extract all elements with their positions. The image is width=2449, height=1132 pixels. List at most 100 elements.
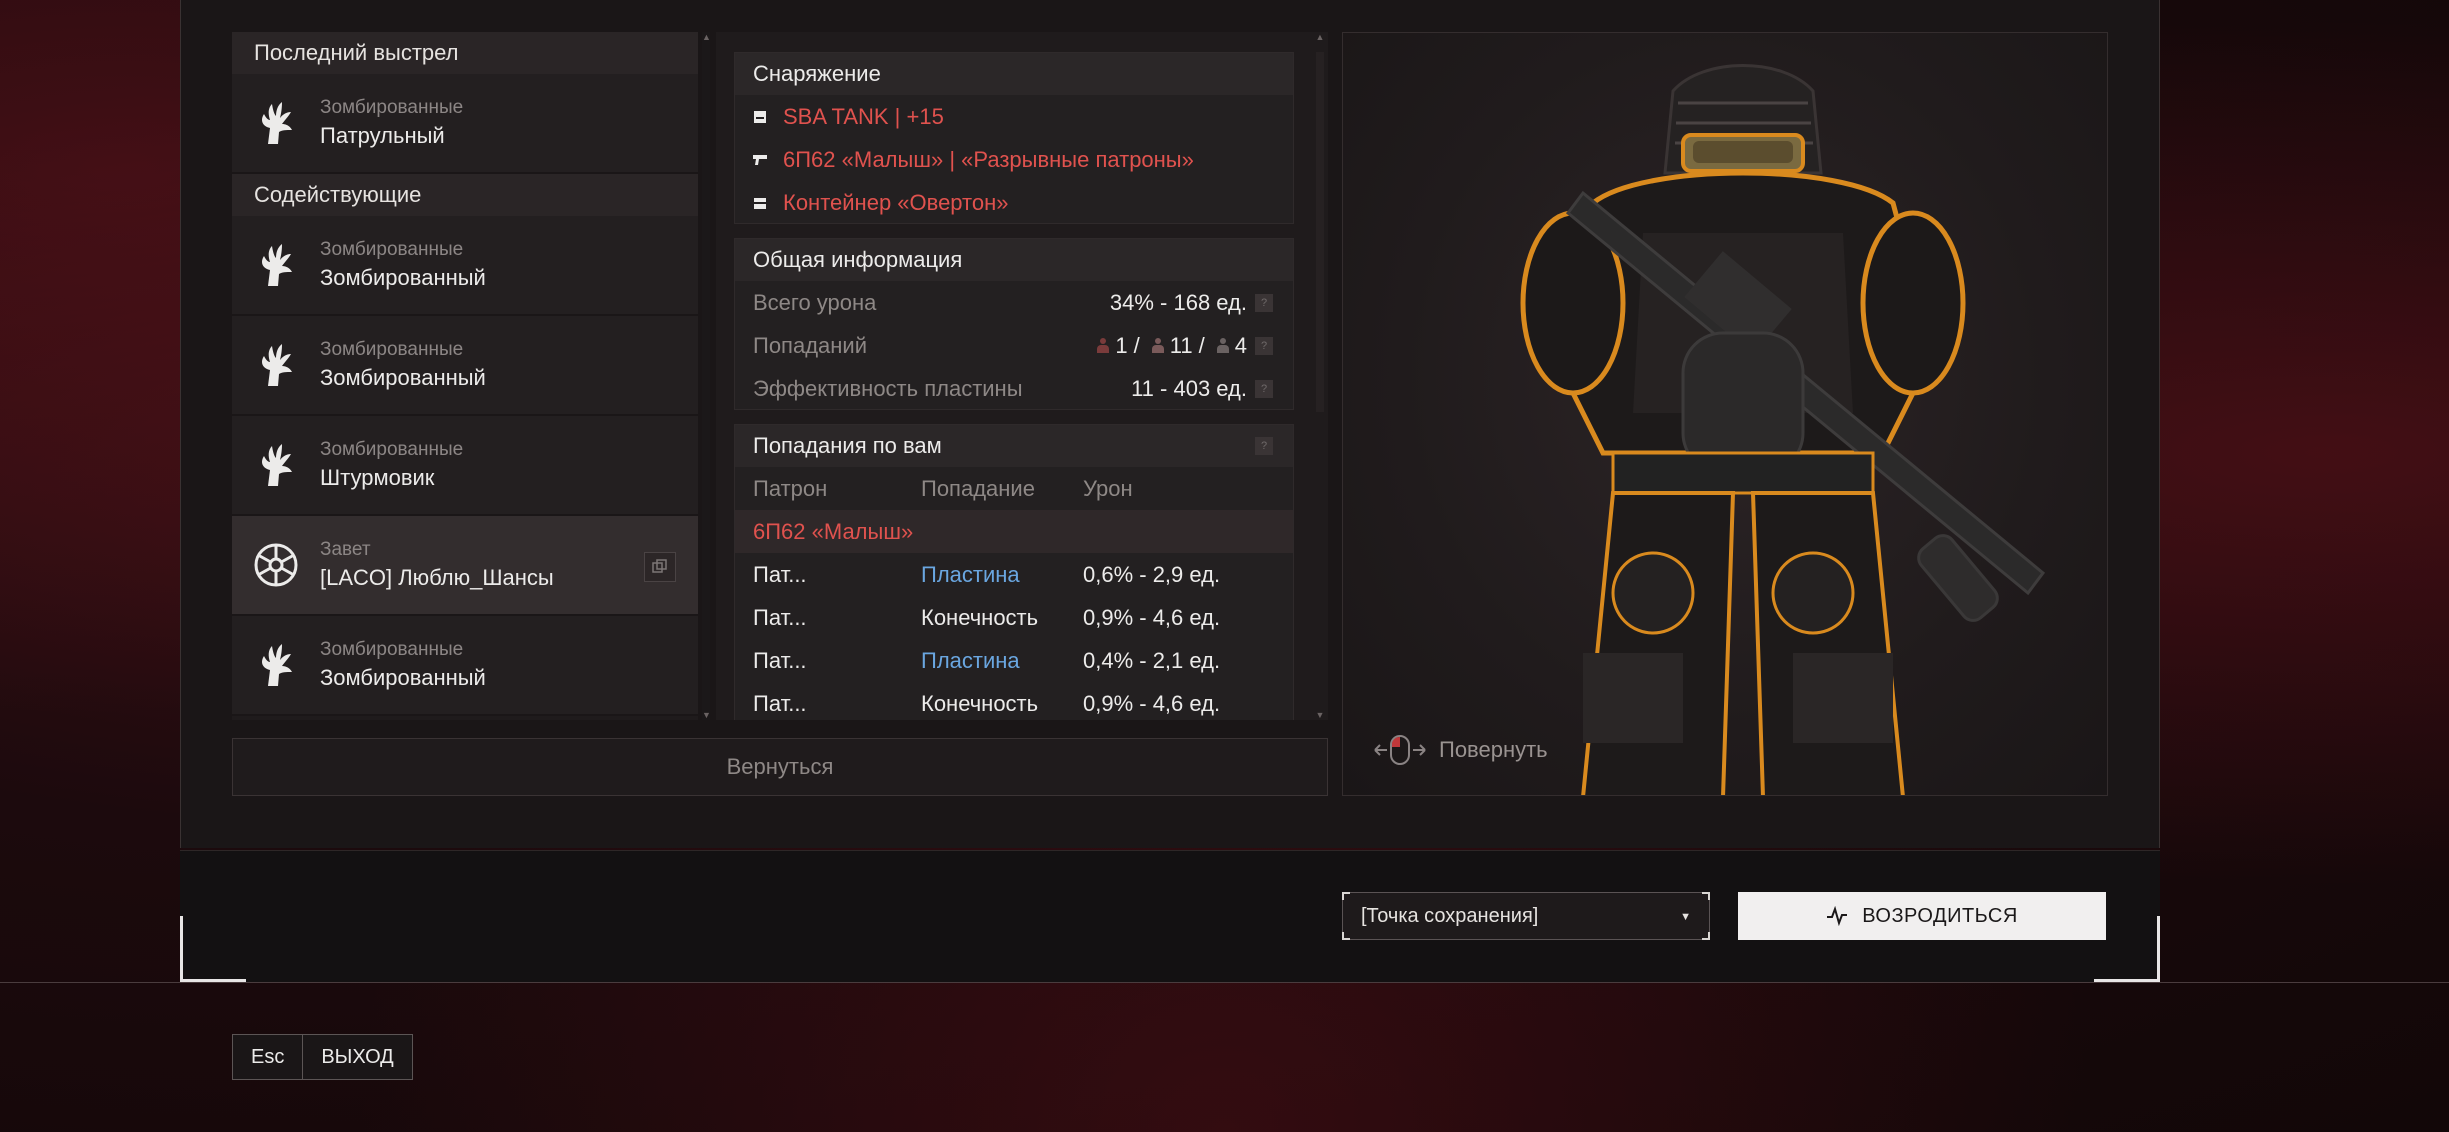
esc-key[interactable]: Esc	[233, 1035, 302, 1079]
cell-damage: 0,6% - 2,9 ед.	[1083, 561, 1221, 587]
col-hit: Попадание	[921, 475, 1035, 501]
zombie-hand-icon	[252, 241, 300, 289]
rotate-label: Повернуть	[1439, 737, 1548, 762]
killer-list: Последний выстрел Зомбированные Патрульн…	[232, 32, 698, 720]
cell-ammo[interactable]: Пат...	[735, 691, 921, 717]
col-ammo: Патрон	[753, 475, 828, 501]
equipment-weapon-label: 6П62 «Малыш» | «Разрывные патроны»	[783, 146, 1194, 172]
assist-name: Зомбированный	[320, 665, 486, 690]
equipment-block: Снаряжение SBA TANK | +15 6П62 «Малыш» |…	[734, 52, 1294, 224]
assist-entry[interactable]: Зомбированные Зомбированный	[232, 616, 698, 716]
equipment-header: Снаряжение	[735, 53, 1293, 95]
weapon-group-row: 6П62 «Малыш»	[735, 510, 1293, 553]
assist-faction: Зомбированные	[320, 439, 464, 460]
assist-faction: Зомбированные	[320, 639, 464, 660]
last-shot-name: Патрульный	[320, 123, 445, 148]
cell-hit: Конечность	[921, 604, 1039, 630]
hits-label: Попаданий	[753, 332, 867, 358]
hits-row: Попаданий 1 / 11 / 4 ?	[735, 324, 1293, 367]
general-info-header: Общая информация	[735, 239, 1293, 281]
general-info-block: Общая информация Всего урона 34% - 168 е…	[734, 238, 1294, 410]
last-shot-faction: Зомбированные	[320, 97, 464, 118]
copy-icon	[652, 559, 667, 573]
assist-entry[interactable]: Зомбированные Зомбированный	[232, 216, 698, 316]
help-icon[interactable]: ?	[1255, 293, 1273, 312]
last-shot-entry[interactable]: Зомбированные Патрульный	[232, 74, 698, 174]
exit-control[interactable]: Esc ВЫХОД	[232, 1034, 413, 1080]
hits-separator: /	[1198, 332, 1205, 358]
equipment-armor[interactable]: SBA TANK | +15	[735, 95, 1293, 138]
details-scrollbar[interactable]: ▲ ▼	[1314, 32, 1326, 720]
gun-icon	[753, 153, 769, 167]
help-icon[interactable]: ?	[1255, 336, 1273, 355]
total-damage-label: Всего урона	[753, 289, 877, 315]
scroll-down-icon[interactable]: ▼	[1314, 710, 1326, 720]
hits-head: 1	[1115, 332, 1128, 358]
hits-on-you-header: Попадания по вам ?	[735, 425, 1293, 467]
table-row: Пат... Конечность 0,9% - 4,6 ед.	[735, 682, 1293, 720]
total-damage-row: Всего урона 34% - 168 ед. ?	[735, 281, 1293, 324]
table-row: Пат... Конечность 0,9% - 4,6 ед.	[735, 596, 1293, 639]
spawn-point-select[interactable]: [Точка сохранения] ▼	[1342, 892, 1710, 940]
assist-name: Зомбированный	[320, 265, 486, 290]
equipment-armor-label: SBA TANK | +15	[783, 103, 944, 129]
exit-button[interactable]: ВЫХОД	[302, 1035, 411, 1079]
respawn-button[interactable]: ВОЗРОДИТЬСЯ	[1738, 892, 2106, 940]
cell-ammo[interactable]: Пат...	[735, 605, 921, 631]
cell-damage: 0,4% - 2,1 ед.	[1083, 647, 1221, 673]
cell-hit: Конечность	[921, 690, 1039, 716]
zombie-hand-icon	[252, 341, 300, 389]
frame-corner-left	[180, 916, 246, 982]
head-hit-icon	[1097, 338, 1110, 353]
armor-icon	[753, 110, 769, 124]
equipment-container-label: Контейнер «Овертон»	[783, 189, 1009, 215]
cell-hit: Пластина	[921, 647, 1020, 673]
equipment-container[interactable]: Контейнер «Овертон»	[735, 181, 1293, 224]
left-scrollbar[interactable]: ▲ ▼	[702, 32, 711, 720]
assist-faction: Зомбированные	[320, 339, 464, 360]
plate-efficiency-value: 11 - 403 ед.	[1131, 375, 1247, 401]
caret-down-icon: ▼	[1680, 911, 1691, 923]
cell-ammo[interactable]: Пат...	[735, 562, 921, 588]
hits-values: 1 / 11 / 4	[1091, 333, 1247, 359]
covenant-emblem-icon	[252, 541, 300, 589]
scroll-up-icon[interactable]: ▲	[702, 32, 711, 42]
assist-faction: Завет	[320, 539, 371, 560]
scroll-thumb[interactable]	[1316, 52, 1324, 412]
assist-entry-selected[interactable]: Завет [LACO] Люблю_Шансы	[232, 516, 698, 616]
help-icon[interactable]: ?	[1255, 379, 1273, 398]
last-shot-header: Последний выстрел	[232, 32, 698, 74]
hits-on-you-title: Попадания по вам	[753, 433, 942, 458]
container-icon	[753, 196, 769, 210]
plate-efficiency-row: Эффективность пластины 11 - 403 ед. ?	[735, 367, 1293, 410]
hits-on-you-block: Попадания по вам ? Патрон Попадание Урон…	[734, 424, 1294, 720]
scroll-down-icon[interactable]: ▼	[702, 710, 711, 720]
assist-name: [LACO] Люблю_Шансы	[320, 565, 554, 590]
scroll-up-icon[interactable]: ▲	[1314, 32, 1326, 42]
assist-name: Штурмовик	[320, 465, 435, 490]
cell-hit: Пластина	[921, 561, 1020, 587]
divider	[0, 982, 2449, 983]
assist-name: Зомбированный	[320, 365, 486, 390]
assist-entry[interactable]: Зомбированные Зомбированный	[232, 316, 698, 416]
pulse-icon	[1827, 906, 1848, 926]
details-panel: Снаряжение SBA TANK | +15 6П62 «Малыш» |…	[716, 32, 1328, 720]
hits-body: 11	[1169, 332, 1193, 358]
body-hit-icon	[1151, 338, 1164, 353]
table-row: Пат... Пластина 0,4% - 2,1 ед.	[735, 639, 1293, 682]
table-row: Пат... Пластина 0,6% - 2,9 ед.	[735, 553, 1293, 596]
respawn-label: ВОЗРОДИТЬСЯ	[1862, 904, 2018, 927]
character-preview[interactable]: Повернуть	[1342, 32, 2108, 796]
copy-name-button[interactable]	[644, 552, 676, 582]
cell-damage: 0,9% - 4,6 ед.	[1083, 690, 1221, 716]
cell-ammo[interactable]: Пат...	[735, 648, 921, 674]
help-icon[interactable]: ?	[1255, 437, 1273, 455]
zombie-hand-icon	[252, 641, 300, 689]
equipment-weapon[interactable]: 6П62 «Малыш» | «Разрывные патроны»	[735, 138, 1293, 181]
total-damage-value: 34% - 168 ед.	[1109, 289, 1247, 315]
assist-entry[interactable]: Зомбированные Штурмовик	[232, 416, 698, 516]
return-button[interactable]: Вернуться	[232, 738, 1328, 796]
assist-faction: Зомбированные	[320, 239, 464, 260]
armored-soldier-model	[1520, 64, 2046, 795]
limb-hit-icon	[1216, 338, 1229, 353]
